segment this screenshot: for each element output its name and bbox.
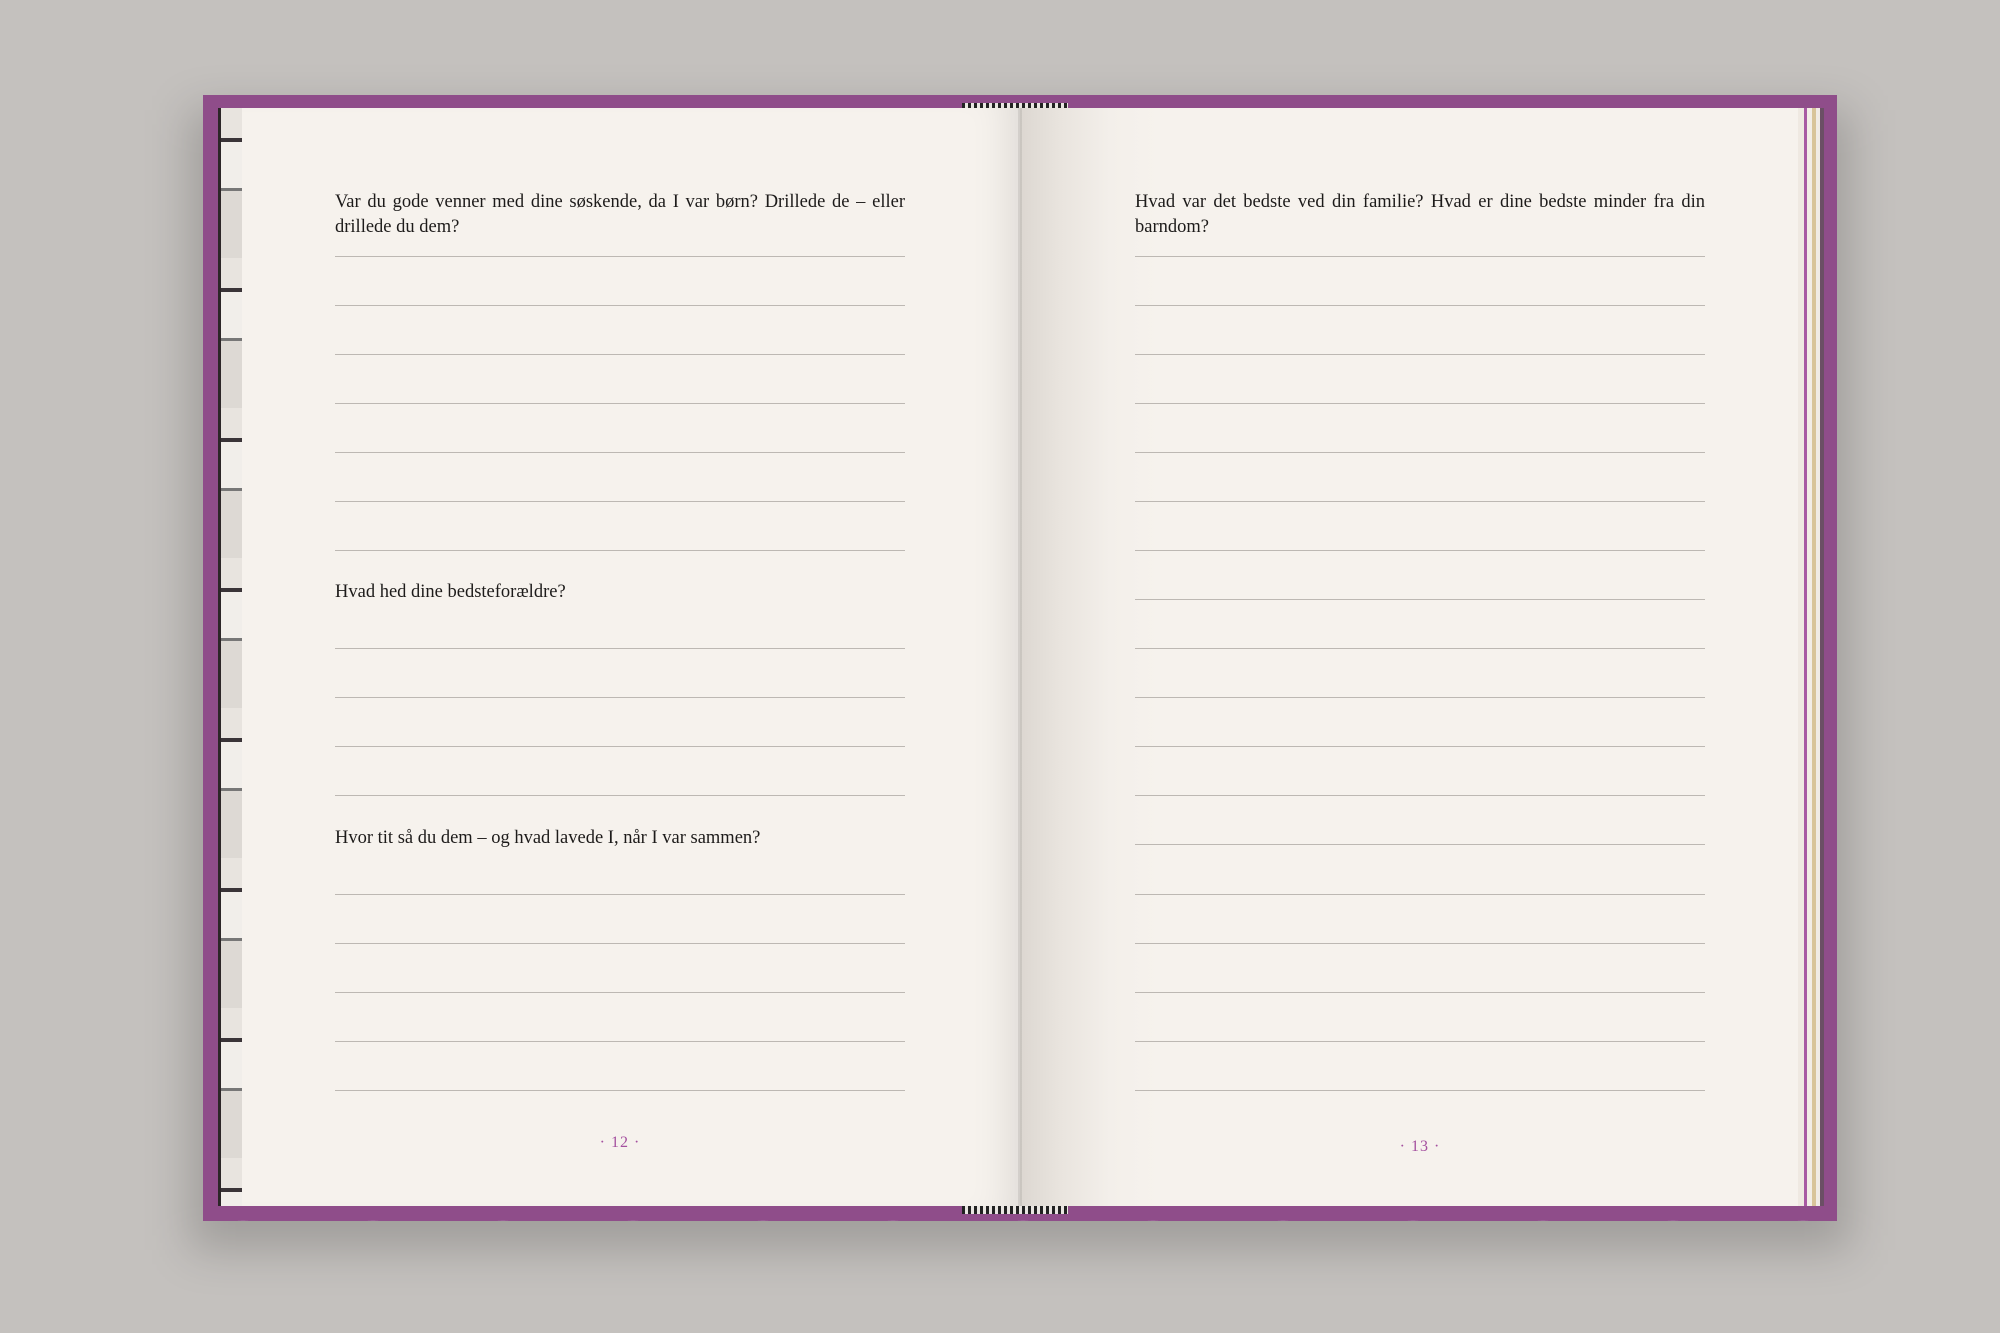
writing-line (335, 894, 905, 895)
writing-line (1135, 844, 1705, 845)
writing-line (335, 550, 905, 551)
writing-line (335, 1090, 905, 1091)
writing-line (1135, 992, 1705, 993)
writing-line (1135, 795, 1705, 796)
page-number: · 13 · (1399, 1138, 1441, 1155)
left-page: Var du gode venner med dine søskende, da… (242, 108, 1020, 1206)
page-number: · 12 · (599, 1134, 641, 1151)
writing-line (335, 697, 905, 698)
writing-line (1135, 354, 1705, 355)
writing-line (335, 354, 905, 355)
writing-line (1135, 1041, 1705, 1042)
writing-line (1135, 1090, 1705, 1091)
writing-line (1135, 894, 1705, 895)
writing-line (335, 256, 905, 257)
writing-line (1135, 746, 1705, 747)
writing-line (1135, 452, 1705, 453)
writing-line (1135, 403, 1705, 404)
right-page: Hvad var det bedste ved din familie? Hva… (1020, 108, 1798, 1206)
page-edges-right (1798, 108, 1824, 1206)
question-text: Hvad var det bedste ved din familie? Hva… (1135, 192, 1705, 237)
writing-line (1135, 648, 1705, 649)
question-block: Hvad hed dine bedsteforældre? (335, 580, 905, 605)
writing-line (1135, 943, 1705, 944)
page-edges-left (218, 108, 245, 1206)
question-text: Hvad hed dine bedsteforældre? (335, 582, 566, 602)
writing-line (335, 305, 905, 306)
question-text: Hvor tit så du dem – og hvad lavede I, n… (335, 828, 761, 848)
writing-line (335, 452, 905, 453)
writing-line (1135, 550, 1705, 551)
writing-line (335, 403, 905, 404)
question-block: Hvor tit så du dem – og hvad lavede I, n… (335, 826, 905, 851)
book-gutter (1018, 108, 1022, 1206)
question-block: Hvad var det bedste ved din familie? Hva… (1135, 190, 1705, 240)
writing-line (1135, 305, 1705, 306)
writing-line (335, 795, 905, 796)
writing-line (1135, 501, 1705, 502)
writing-line (335, 501, 905, 502)
writing-line (1135, 599, 1705, 600)
writing-line (335, 1041, 905, 1042)
question-text: Var du gode venner med dine søskende, da… (335, 192, 905, 237)
writing-line (335, 992, 905, 993)
writing-line (335, 943, 905, 944)
writing-line (1135, 256, 1705, 257)
writing-line (1135, 697, 1705, 698)
writing-line (335, 746, 905, 747)
writing-line (335, 648, 905, 649)
question-block: Var du gode venner med dine søskende, da… (335, 190, 905, 240)
